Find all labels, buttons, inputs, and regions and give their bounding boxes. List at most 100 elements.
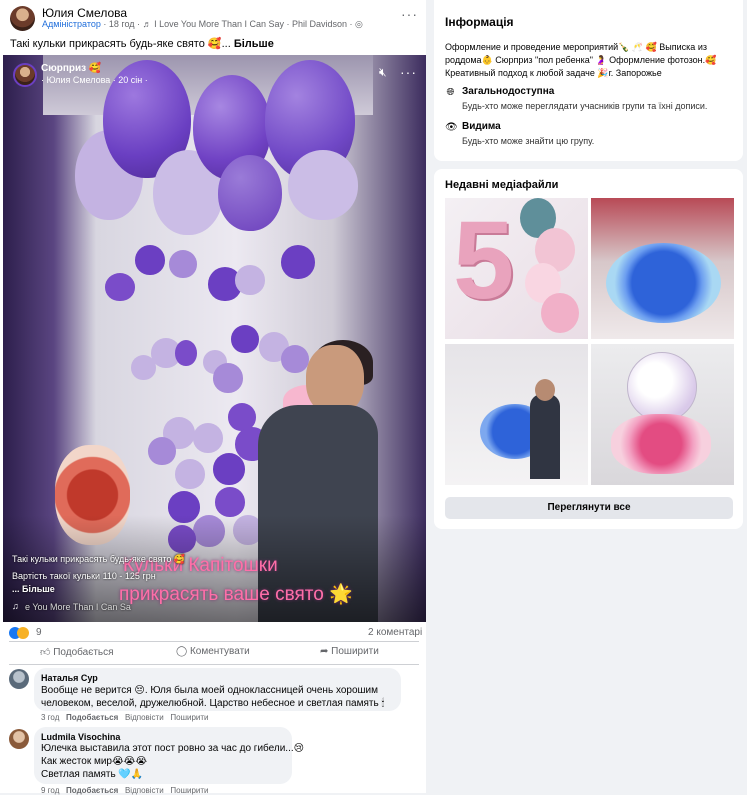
comment-meta: 9 год Подобається Відповісти Поширити: [41, 786, 209, 795]
video-subtitle[interactable]: · Юлия Смелова · 20 сін ·: [41, 75, 148, 85]
video-caption-more[interactable]: ... Більше: [12, 584, 55, 594]
thumbs-up-icon: 👍︎: [40, 647, 51, 658]
blue-bouquet: [606, 243, 721, 323]
comment-like-link[interactable]: Подобається: [66, 786, 118, 795]
comment-text: Вообще не верится 😔. Юля была моей однок…: [41, 684, 384, 710]
reaction-count[interactable]: 9: [36, 627, 42, 638]
person-head: [535, 379, 555, 401]
media-thumbnail[interactable]: [591, 344, 734, 485]
comment-text: Юлечка выставила этот пост ровно за час …: [41, 742, 304, 781]
divider: [9, 664, 419, 665]
info-description: Оформление и проведение мероприятий🍾 🥂 🥰…: [445, 42, 717, 78]
number-five-balloon: 5: [453, 199, 515, 322]
comment-button[interactable]: ◯ Коментувати: [176, 646, 250, 657]
comment-reply-link[interactable]: Відповісти: [125, 713, 164, 722]
info-title: Інформація: [445, 15, 514, 29]
commenter-name[interactable]: Ludmila Visochina: [41, 732, 120, 742]
care-icon: [17, 627, 29, 639]
eye-icon: 👁︎: [445, 122, 458, 133]
author-avatar[interactable]: [10, 6, 35, 31]
share-label: Поширити: [331, 646, 379, 657]
commenter-name[interactable]: Наталья Сур: [41, 673, 98, 683]
public-title: Загальнодоступна: [462, 86, 555, 97]
balloon: [135, 245, 165, 275]
balloon: [213, 453, 245, 485]
balloon: [218, 155, 282, 231]
post-text-body: Такі кульки прикрасять будь-яке свято 🥰.…: [10, 38, 231, 50]
author-role[interactable]: Адміністратор: [42, 19, 101, 29]
comment-share-link[interactable]: Поширити: [170, 713, 208, 722]
group-info-card: Інформація Оформление и проведение мероп…: [434, 0, 743, 161]
see-more-link[interactable]: Більше: [234, 38, 274, 50]
balloon: [175, 459, 205, 489]
media-thumbnail[interactable]: [445, 344, 588, 485]
three-dots-icon[interactable]: ···: [401, 6, 418, 22]
commenter-avatar[interactable]: [9, 669, 29, 689]
balloon: [281, 245, 315, 279]
balloon: [169, 250, 197, 278]
media-title: Недавні медіафайли: [445, 179, 559, 191]
comment-time[interactable]: 3 год: [41, 713, 59, 722]
reaction-icons[interactable]: [9, 627, 31, 640]
comment-meta: 3 год Подобається Відповісти Поширити: [41, 713, 209, 722]
post-text: Такі кульки прикрасять будь-яке свято 🥰.…: [10, 37, 274, 50]
recent-media-card: Недавні медіафайли 5 Переглянути все: [434, 169, 743, 529]
share-icon: ➦: [320, 646, 329, 657]
balloon: [235, 265, 265, 295]
balloon: [231, 325, 259, 353]
video-author-avatar[interactable]: [13, 63, 37, 87]
balloon: [213, 363, 243, 393]
balloon: [131, 355, 156, 380]
comment-time[interactable]: 9 год: [41, 786, 59, 795]
comment-line: Как жесток мир😭😭😭: [41, 756, 148, 767]
view-all-button[interactable]: Переглянути все: [445, 497, 733, 519]
balloon: [288, 150, 358, 220]
action-bar: 👍︎ Подобається ◯ Коментувати ➦ Поширити: [0, 644, 426, 664]
pink-bouquet: [611, 414, 711, 474]
public-subtitle: Будь-хто може переглядати учасників груп…: [462, 101, 708, 111]
video-music[interactable]: e You More Than I Can Sa: [25, 602, 131, 612]
comment-line: Вообще не верится 😔. Юля была моей однок…: [41, 685, 378, 696]
media-thumbnail[interactable]: 5: [445, 198, 588, 339]
person: [530, 394, 560, 479]
divider: [9, 641, 419, 642]
mute-icon[interactable]: 🔇︎: [379, 65, 387, 80]
comment-reply-link[interactable]: Відповісти: [125, 786, 164, 795]
media-thumbnail[interactable]: [591, 198, 734, 339]
comment-line: Юлечка выставила этот пост ровно за час …: [41, 743, 305, 754]
video-player[interactable]: Сюрприз 🥰 · Юлия Смелова · 20 сін · 🔇︎ ·…: [3, 55, 426, 622]
comment-line: человеком, веселой, дружелюбной. Царство…: [41, 698, 385, 709]
video-overlay-line2: прикрасять ваше свято 🌟: [119, 584, 353, 605]
visible-subtitle: Будь-хто може знайти цю групу.: [462, 136, 595, 146]
author-name[interactable]: Юлия Смелова: [42, 6, 127, 20]
comment-icon: ◯: [176, 646, 188, 657]
globe-icon: 🌐︎: [446, 87, 455, 98]
video-caption-line1: Такі кульки прикрасять будь-яке свято 🥰: [12, 554, 186, 564]
visible-title: Видима: [462, 121, 501, 132]
music-icon: ♫: [12, 601, 19, 611]
balloon: [281, 345, 309, 373]
post-card: Юлия Смелова Адміністратор · 18 год · ♬ …: [0, 0, 426, 795]
post-music[interactable]: ♬ I Love You More Than I Can Say · Phil …: [143, 19, 353, 29]
balloon: [215, 487, 245, 517]
comment-like-link[interactable]: Подобається: [66, 713, 118, 722]
globe-icon: ◎: [355, 19, 363, 29]
balloon: [175, 340, 197, 366]
comment-count[interactable]: 2 коментарі: [368, 627, 422, 638]
video-caption-line2: Вартість такої кульки 110 - 125 грн: [12, 571, 156, 581]
comment-line: Светлая память 🩵🙏: [41, 769, 144, 780]
commenter-avatar[interactable]: [9, 729, 29, 749]
comment-share-link[interactable]: Поширити: [170, 786, 208, 795]
balloon: [105, 273, 135, 301]
comment-label: Коментувати: [189, 646, 250, 657]
like-label: Подобається: [53, 647, 114, 658]
post-meta: Адміністратор · 18 год · ♬ I Love You Mo…: [42, 19, 363, 30]
balloon: [148, 437, 176, 465]
three-dots-icon[interactable]: ···: [400, 64, 417, 80]
post-time[interactable]: · 18 год ·: [103, 19, 140, 29]
share-button[interactable]: ➦ Поширити: [320, 646, 379, 657]
balloon: [193, 423, 223, 453]
video-title[interactable]: Сюрприз 🥰: [41, 63, 101, 74]
clear-balloon: [627, 352, 697, 422]
like-button[interactable]: 👍︎ Подобається: [40, 646, 114, 658]
